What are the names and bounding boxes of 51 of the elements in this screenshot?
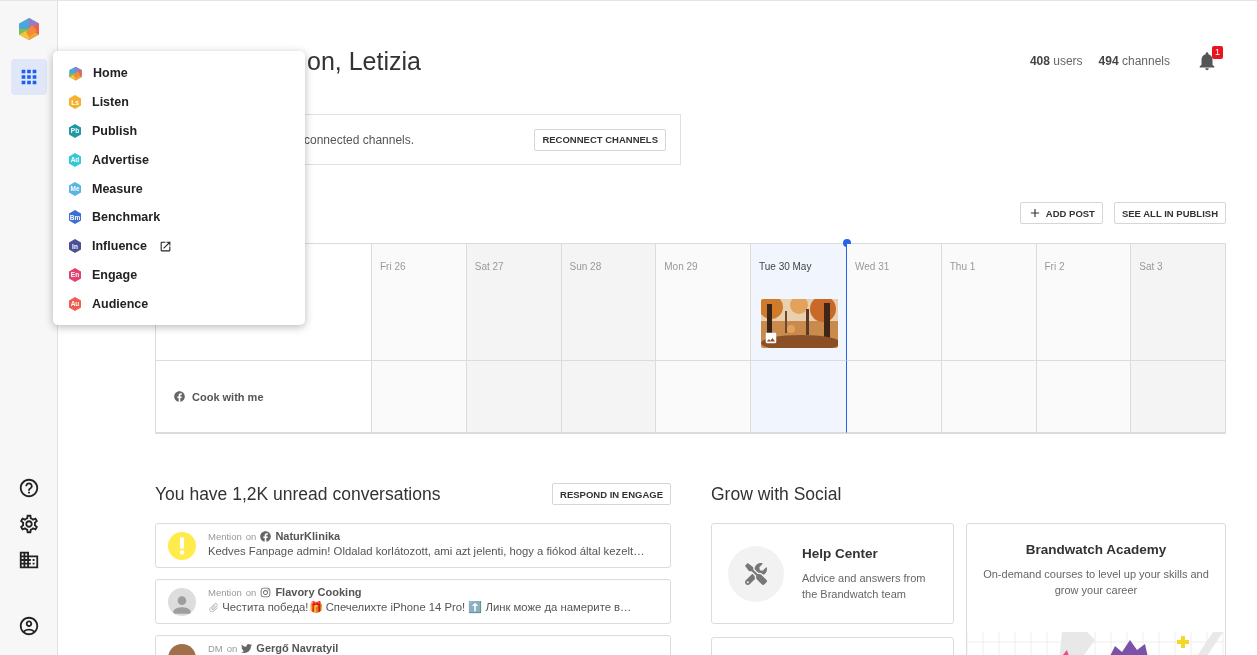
conversation-type: DM <box>208 642 223 654</box>
message-text: Kedves Fanpage admin! Oldalad korlátozott, ami azt jelenti, hogy a fiókod által kezelt… <box>208 545 645 557</box>
day-label: Sat 3 <box>1139 261 1163 272</box>
stat-text: 494 channels <box>1098 54 1170 68</box>
warning-icon <box>179 537 185 555</box>
conversation-type: Mention <box>208 530 242 542</box>
conversation-type: Mention <box>208 586 242 598</box>
day-label: Mon 29 <box>664 261 698 272</box>
connector-text: on <box>245 530 257 542</box>
academy-card[interactable]: Brandwatch Academy On-demand courses to level up your skills and grow your career <box>966 523 1226 655</box>
conversation-card[interactable]: DM on Gergő Navratyil <box>155 635 671 655</box>
building-icon[interactable] <box>17 549 40 571</box>
day-label: Wed 31 <box>855 261 890 272</box>
day-label: Fri 2 <box>1044 261 1065 272</box>
channel-name: Cook with me <box>192 390 264 403</box>
notification-count: 1 <box>1212 46 1223 59</box>
apps-button[interactable] <box>10 59 47 95</box>
logo-icon[interactable] <box>16 17 41 41</box>
message-text: Честита победа!🎁 Спечелихте iPhone 14 Pro! ⬆ Линк може да намерите в… <box>208 601 632 614</box>
reconnect-button[interactable]: RECONNECT CHANNELS <box>534 128 666 151</box>
day-label: Sun 28 <box>569 261 602 272</box>
image-icon <box>764 331 778 345</box>
publish-button[interactable]: SEE ALL IN PUBLISH <box>1113 202 1226 224</box>
conversation-card[interactable]: Mention on NaturKlinika Kedves Fanpage admin! Oldalad korlátozott, ami azt jelenti, hogy a fiókod által kezelt… <box>155 523 671 568</box>
section-title: You have 1,2K unread conversations <box>155 483 441 505</box>
card-text: Advice and answers from the Brandwatch team <box>802 570 927 602</box>
connector-text: on <box>226 642 238 654</box>
help-icon[interactable] <box>17 477 40 499</box>
day-label: Tue 30 May <box>759 261 812 272</box>
stat-text: 408 users <box>1029 54 1083 68</box>
author-name: NaturKlinika <box>275 530 341 542</box>
page-title: on, Letizia <box>307 46 421 76</box>
alert-text: connected channels. <box>304 132 415 147</box>
author-name: Gergő Navratyil <box>256 642 339 654</box>
respond-button[interactable]: RESPOND IN ENGAGE <box>552 483 671 505</box>
connector-text: on <box>245 586 257 598</box>
day-label: Sat 27 <box>474 261 504 272</box>
help-center-card[interactable]: Help Center Advice and answers from the Brandwatch team <box>711 523 954 624</box>
author-name: Flavory Cooking <box>275 586 362 598</box>
section-title: Grow with Social <box>711 483 842 505</box>
card-title: Help Center <box>802 545 879 561</box>
card-text: On-demand courses to level up your skills and grow your career <box>982 567 1210 598</box>
menu-item[interactable]: Home <box>68 59 305 88</box>
day-label: Thu 1 <box>949 261 976 272</box>
day-label: Fri 26 <box>380 261 406 272</box>
conversation-card[interactable]: Mention on Flavory Cooking Честита победа!🎁 Спечелихте iPhone 14 Pro! ⬆ Линк може да намерите в… <box>155 579 671 624</box>
add-post-button[interactable]: ADD POST <box>1019 202 1103 224</box>
account-icon[interactable] <box>17 615 40 637</box>
settings-icon[interactable] <box>17 513 40 535</box>
card-title: Brandwatch Academy <box>1025 542 1167 557</box>
external-link-icon <box>158 239 172 253</box>
